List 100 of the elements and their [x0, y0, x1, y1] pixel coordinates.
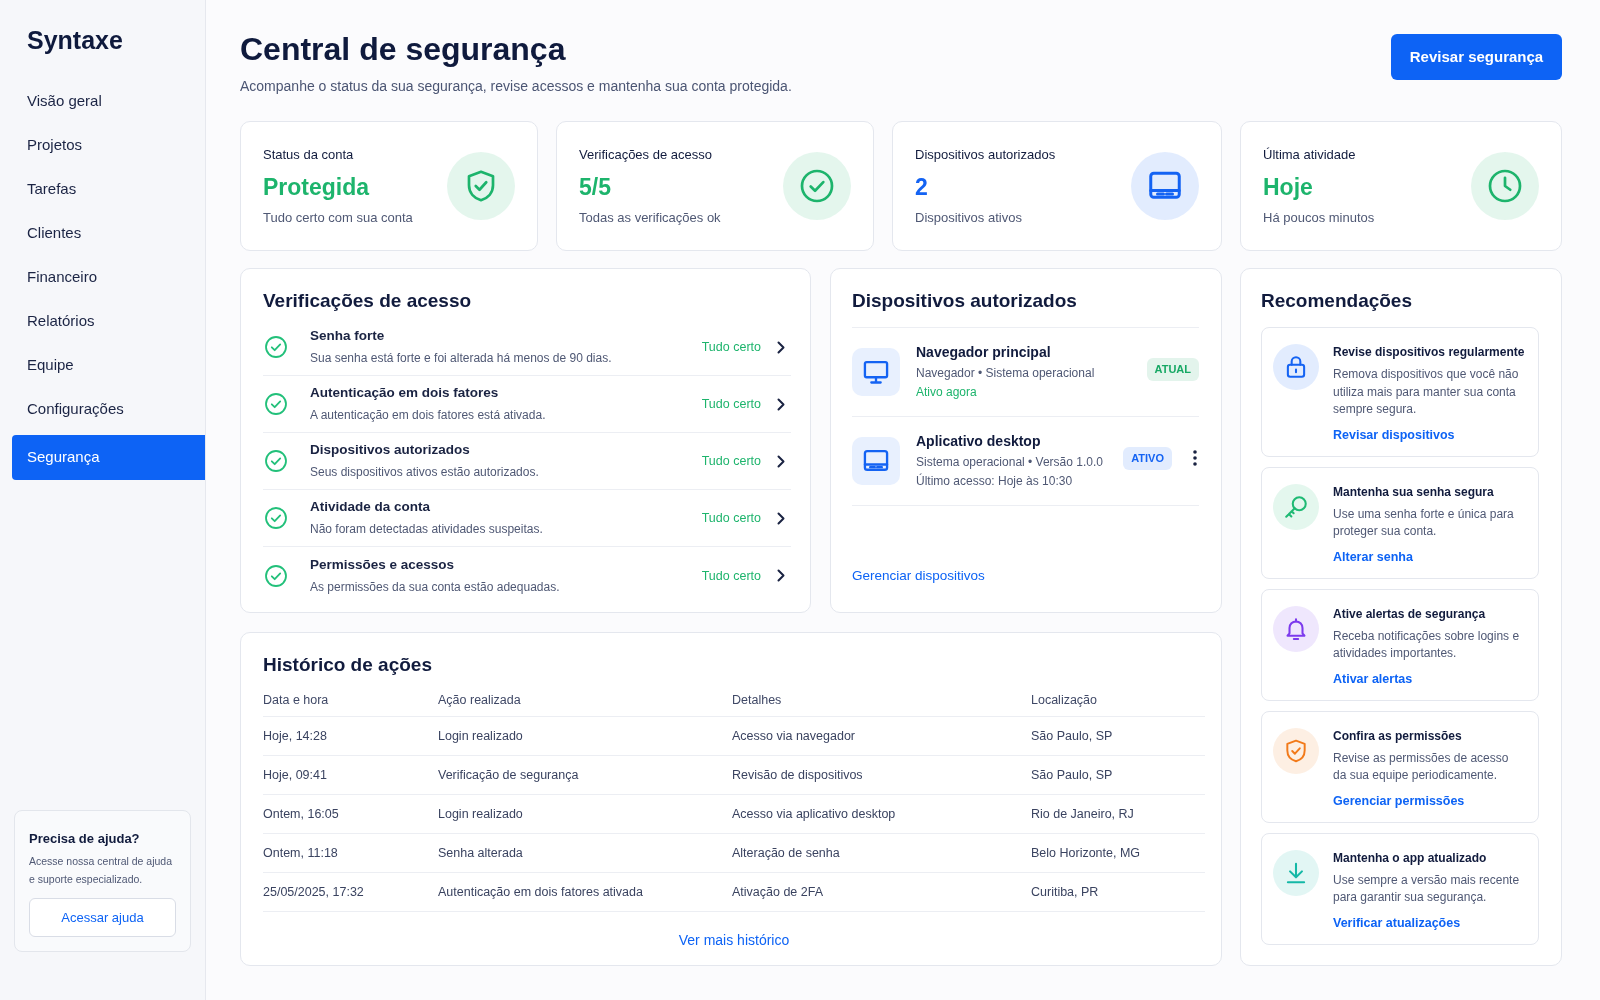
check-status: Tudo certo	[701, 453, 761, 470]
check-title: Atividade da conta	[310, 498, 432, 516]
recommendation-text: Receba notificações sobre logins e atividades importantes.	[1333, 627, 1521, 662]
recommendation-title: Ative alertas de segurança	[1333, 605, 1487, 622]
help-button[interactable]: Acessar ajuda	[29, 898, 176, 937]
device-details: Sistema operacional • Versão 1.0.0	[916, 454, 1104, 471]
stat-caption: Dispositivos ativos	[915, 209, 1023, 226]
column-header: Localização	[1031, 692, 1098, 710]
chevron-right-icon[interactable]	[777, 569, 785, 582]
check-description: Seus dispositivos ativos estão autorizados.	[310, 464, 540, 481]
review-security-button[interactable]: Revisar segurança	[1391, 34, 1562, 80]
status-badge: ATIVO	[1123, 446, 1172, 470]
nav-item[interactable]: Projetos	[12, 123, 205, 167]
stat-value: Protegida	[263, 172, 371, 201]
table-cell-text: Curitiba, PR	[1031, 883, 1100, 901]
recommendation-link[interactable]: Ativar alertas	[1333, 670, 1413, 687]
check-status: Tudo certo	[701, 396, 761, 413]
table-cell-text: Login realizado	[438, 805, 524, 823]
recommendation-link[interactable]: Revisar dispositivos	[1333, 426, 1455, 443]
column-header: Data e hora	[263, 692, 330, 710]
chevron-right-icon[interactable]	[777, 511, 785, 525]
stat-caption: Todas as verificações ok	[579, 209, 721, 226]
recommendation-link[interactable]: Alterar senha	[1333, 548, 1413, 565]
stat-value: Hoje	[1263, 172, 1314, 201]
table-cell-text: Hoje, 14:28	[263, 727, 328, 745]
chevron-right-icon[interactable]	[777, 454, 785, 468]
recommendation-title: Mantenha o app atualizado	[1333, 849, 1488, 866]
check-title: Permissões e acessos	[310, 555, 456, 574]
recommendation-link[interactable]: Verificar atualizações	[1333, 914, 1461, 931]
table-cell-text: Belo Horizonte, MG	[1031, 844, 1142, 862]
table-cell-text: São Paulo, SP	[1031, 727, 1114, 745]
table-cell-text: Acesso via navegador	[732, 727, 856, 745]
nav-item[interactable]: Configurações	[12, 387, 205, 431]
table-cell-text: Ontem, 16:05	[263, 805, 340, 823]
table-cell-text: Senha alterada	[438, 844, 524, 862]
stat-label: Dispositivos autorizados	[915, 146, 1056, 163]
check-description: A autenticação em dois fatores está ativada.	[310, 407, 547, 424]
table-cell-text: Alteração de senha	[732, 844, 841, 862]
panel-title: Recomendações	[1261, 289, 1413, 313]
device-status: Ativo agora	[916, 384, 978, 401]
nav-item[interactable]: Equipe	[12, 343, 205, 387]
device-name: Aplicativo desktop	[916, 432, 1042, 451]
recommendation-text: Remova dispositivos que você não utiliza mais para manter sua conta sempre segura.	[1333, 366, 1520, 418]
page-subtitle: Acompanhe o status da sua segurança, revise acessos e mantenha sua conta protegida.	[240, 77, 792, 96]
table-cell-text: Login realizado	[438, 727, 524, 745]
table-cell-text: Revisão de dispositivos	[732, 766, 864, 784]
table-cell-text: Autenticação em dois fatores ativada	[438, 883, 644, 901]
help-title: Precisa de ajuda?	[29, 830, 141, 848]
device-status: Último acesso: Hoje às 10:30	[916, 472, 1074, 490]
nav-item[interactable]: Clientes	[12, 211, 205, 255]
nav-item[interactable]: Relatórios	[12, 299, 205, 343]
check-title: Senha forte	[310, 327, 386, 345]
chevron-right-icon[interactable]	[777, 397, 785, 411]
recommendation-title: Confira as permissões	[1333, 727, 1463, 744]
nav-item[interactable]: Visão geral	[12, 79, 205, 123]
stat-value: 2	[915, 172, 929, 201]
status-badge: ATUAL	[1146, 357, 1199, 381]
stat-label: Última atividade	[1263, 146, 1357, 163]
nav-item[interactable]: Financeiro	[12, 255, 205, 299]
recommendation-text: Use sempre a versão mais recente para garantir sua segurança.	[1333, 871, 1521, 906]
recommendation-title: Revise dispositivos regularmente	[1333, 344, 1526, 360]
recommendation-link[interactable]: Gerenciar permissões	[1333, 792, 1465, 809]
stat-label: Verificações de acesso	[579, 146, 713, 163]
recommendation-text: Use uma senha forte e única para proteger sua conta.	[1333, 505, 1515, 540]
nav-item[interactable]: Segurança	[12, 435, 205, 480]
table-cell-text: 25/05/2025, 17:32	[263, 883, 365, 901]
page-title: Central de segurança	[240, 30, 567, 68]
table-cell-text: São Paulo, SP	[1031, 766, 1114, 784]
table-cell-text: Verificação de segurança	[438, 766, 580, 784]
check-description: Não foram detectadas atividades suspeitas.	[310, 521, 544, 538]
table-cell-text: Ativação de 2FA	[732, 883, 825, 901]
check-status: Tudo certo	[701, 567, 761, 585]
check-description: Sua senha está forte e foi alterada há menos de 90 dias.	[310, 350, 613, 367]
stat-caption: Há poucos minutos	[1263, 209, 1375, 226]
manage-devices-link[interactable]: Gerenciar dispositivos	[852, 567, 985, 585]
recommendation-text: Revise as permissões de acesso da sua equipe periodicamente.	[1333, 749, 1510, 784]
panel-title: Histórico de ações	[263, 653, 433, 677]
check-status: Tudo certo	[701, 510, 761, 527]
device-name: Navegador principal	[916, 343, 1052, 362]
kebab-menu-icon[interactable]	[1193, 450, 1197, 466]
table-cell-text: Rio de Janeiro, RJ	[1031, 805, 1135, 823]
check-title: Autenticação em dois fatores	[310, 384, 500, 402]
check-status: Tudo certo	[701, 339, 761, 356]
check-description: As permissões da sua conta estão adequadas.	[310, 578, 561, 596]
chevron-right-icon[interactable]	[777, 340, 785, 354]
column-header: Ação realizada	[438, 692, 522, 710]
column-header: Detalhes	[732, 692, 783, 710]
stat-label: Status da conta	[263, 146, 355, 163]
view-more-history-link[interactable]: Ver mais histórico	[678, 931, 790, 949]
monitor-icon	[852, 348, 900, 396]
device-details: Navegador • Sistema operacional	[916, 365, 1096, 382]
help-text: Acesse nossa central de ajuda e suporte especializado.	[29, 854, 173, 887]
recommendation-title: Mantenha sua senha segura	[1333, 483, 1495, 500]
panel-title: Dispositivos autorizados	[852, 289, 1078, 313]
panel-title: Verificações de acesso	[263, 289, 473, 313]
nav-item[interactable]: Tarefas	[12, 167, 205, 211]
check-title: Dispositivos autorizados	[310, 441, 471, 459]
table-cell-text: Hoje, 09:41	[263, 766, 328, 784]
stat-caption: Tudo certo com sua conta	[263, 209, 413, 226]
table-cell-text: Acesso via aplicativo desktop	[732, 805, 897, 823]
